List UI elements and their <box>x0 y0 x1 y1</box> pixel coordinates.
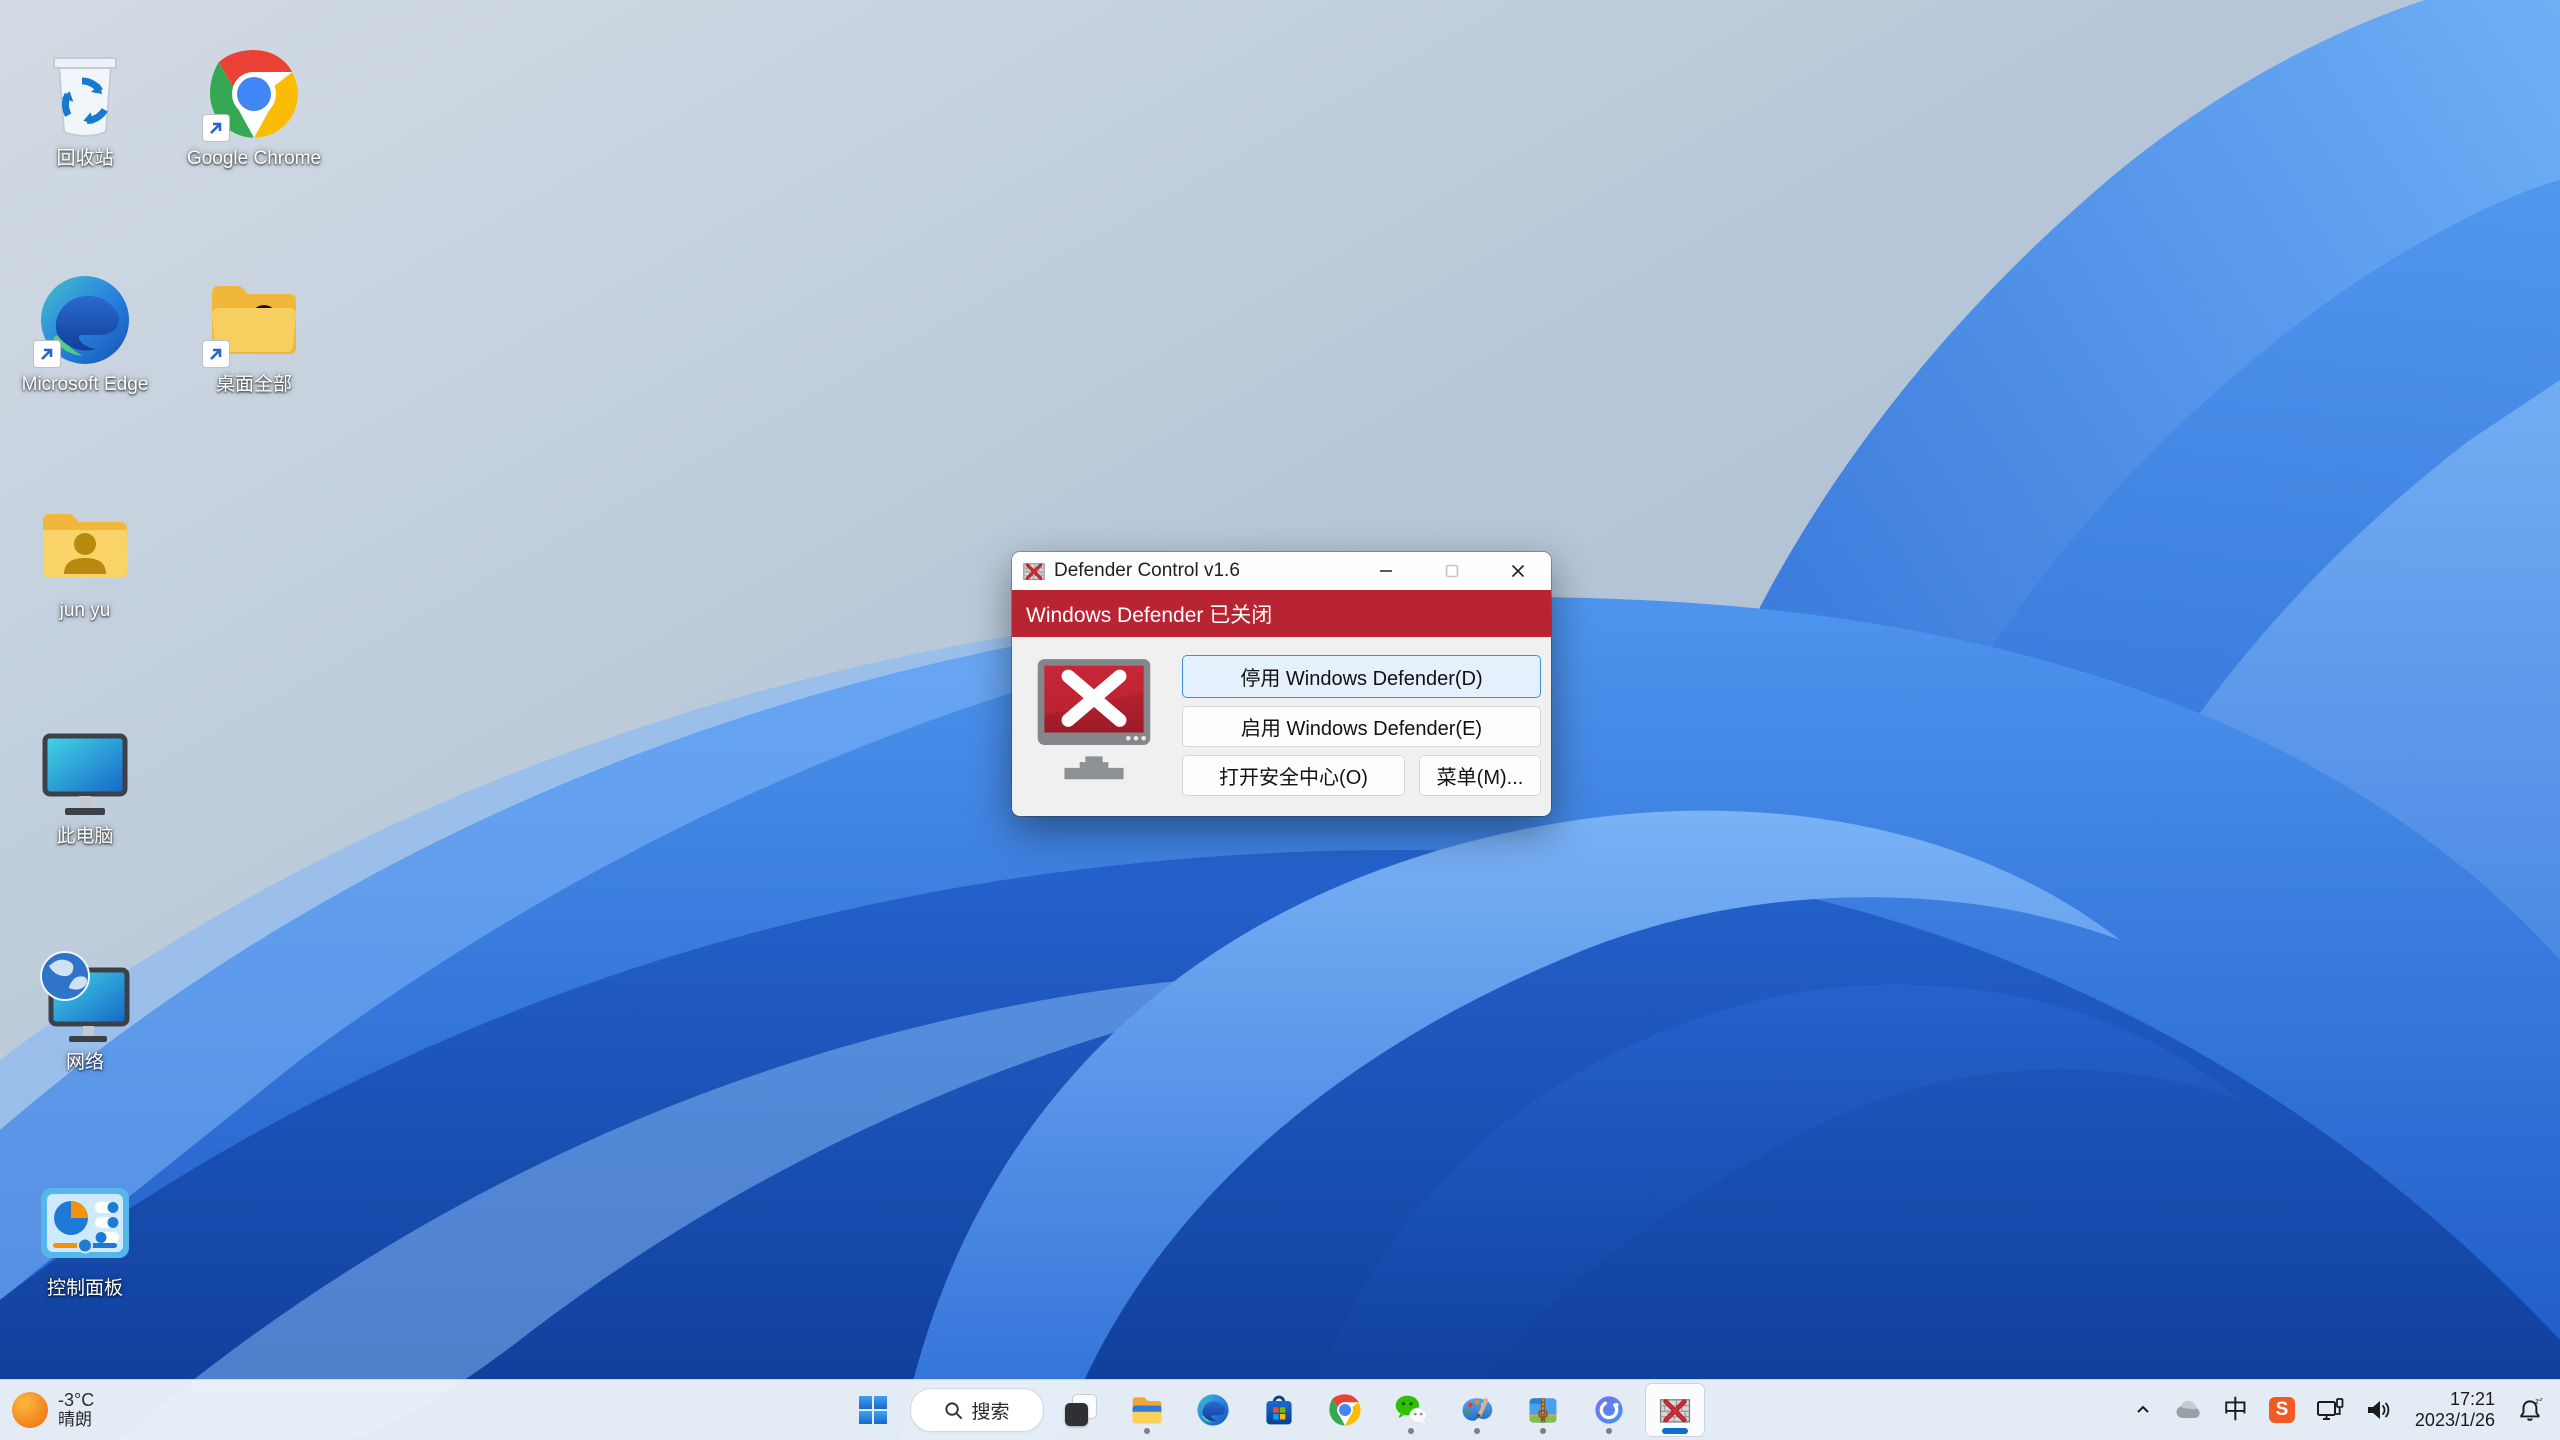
microsoft-edge-icon <box>1196 1393 1230 1427</box>
file-explorer-icon <box>1132 1397 1162 1424</box>
tray-sogou-input[interactable]: S <box>2266 1394 2298 1426</box>
close-button[interactable] <box>1485 552 1551 590</box>
recycle-bin-icon <box>35 44 135 144</box>
desktop-icon-network[interactable]: 网络 <box>15 948 155 1074</box>
window-title: Defender Control v1.6 <box>1054 560 1240 581</box>
desktop-icon-user-folder[interactable]: jun yu <box>15 496 155 622</box>
tray-notifications[interactable]: z z <box>2514 1393 2548 1427</box>
shortcut-arrow-icon <box>202 340 230 368</box>
zip-360-icon <box>1529 1398 1557 1423</box>
defender-control-window: Defender Control v1.6 Windows Defender 已… <box>1012 552 1551 816</box>
desktop-icon-label: 回收站 <box>56 148 114 169</box>
tray-volume[interactable] <box>2362 1395 2396 1425</box>
taskbar-item-google-chrome[interactable] <box>1316 1384 1374 1436</box>
taskbar-item-microsoft-store[interactable] <box>1250 1384 1308 1436</box>
tray-ime-indicator[interactable]: 中 <box>2220 1394 2251 1426</box>
defender-control-app-icon <box>1022 559 1046 583</box>
sunny-weather-icon <box>12 1392 48 1428</box>
taskbar-item-loop-app[interactable] <box>1580 1384 1638 1436</box>
notification-bell-dnd-icon: z z <box>2520 1396 2543 1421</box>
defender-control-icon <box>1658 1393 1692 1427</box>
svg-text:z: z <box>2539 1397 2543 1403</box>
start-button[interactable] <box>844 1384 902 1436</box>
window-titlebar[interactable]: Defender Control v1.6 <box>1012 552 1551 590</box>
window-body: 停用 Windows Defender(D) 启用 Windows Defend… <box>1012 637 1551 816</box>
microsoft-edge-icon <box>33 270 135 370</box>
taskbar-search-box[interactable]: 搜索 <box>910 1388 1044 1432</box>
desktop-icon-label: jun yu <box>59 600 111 621</box>
open-security-center-button[interactable]: 打开安全中心(O) <box>1182 755 1405 796</box>
shortcut-arrow-icon <box>33 340 61 368</box>
tray-time: 17:21 <box>2449 1389 2495 1409</box>
taskbar-item-file-explorer[interactable] <box>1118 1384 1176 1436</box>
tray-onedrive[interactable] <box>2171 1396 2205 1424</box>
microsoft-store-icon <box>1266 1395 1292 1425</box>
user-folder-icon <box>35 496 135 596</box>
desktop-icon-control-panel[interactable]: 控制面板 <box>15 1174 155 1300</box>
desktop-icon-microsoft-edge[interactable]: Microsoft Edge <box>15 270 155 396</box>
network-icon <box>35 948 135 1048</box>
desktop-icon-label: Microsoft Edge <box>21 374 149 395</box>
cloud-icon <box>2176 1401 2200 1418</box>
taskbar-item-360zip[interactable] <box>1514 1384 1572 1436</box>
menu-button[interactable]: 菜单(M)... <box>1419 755 1541 796</box>
search-placeholder: 搜索 <box>971 1401 1010 1423</box>
weather-temperature: -3°C <box>58 1390 95 1410</box>
speaker-icon <box>2367 1401 2390 1419</box>
sogou-s-icon: S <box>2268 1397 2295 1423</box>
status-banner: Windows Defender 已关闭 <box>1012 590 1551 637</box>
search-icon <box>945 1401 963 1419</box>
desktop-icon-google-chrome[interactable]: Google Chrome <box>184 44 324 170</box>
desktop-icon-label: Google Chrome <box>186 148 322 169</box>
paint-icon <box>1462 1397 1493 1421</box>
taskbar-item-microsoft-edge[interactable] <box>1184 1384 1242 1436</box>
desktop-icon-recycle-bin[interactable]: 回收站 <box>15 44 155 170</box>
tray-clock[interactable]: 17:21 2023/1/26 <box>2411 1387 2499 1433</box>
desktop-icon-label: 控制面板 <box>46 1278 123 1299</box>
taskbar: -3°C 晴朗 搜索 中 S 17:21 2023/1/26 z z <box>0 1379 2560 1440</box>
desktop-icon-this-pc[interactable]: 此电脑 <box>15 722 155 848</box>
desktop-icon-label: 网络 <box>65 1052 104 1073</box>
taskbar-item-task-view[interactable] <box>1052 1384 1110 1436</box>
folder-qq-icon <box>202 270 304 370</box>
tray-network[interactable] <box>2313 1394 2347 1426</box>
loop-circle-icon <box>1595 1396 1623 1424</box>
taskbar-item-defender-control[interactable] <box>1646 1384 1704 1436</box>
control-panel-icon <box>35 1174 135 1274</box>
enable-defender-button[interactable]: 启用 Windows Defender(E) <box>1182 706 1541 747</box>
desktop-icon-label: 桌面全部 <box>215 374 292 395</box>
tray-overflow-chevron[interactable] <box>2130 1397 2156 1423</box>
defender-off-monitor-icon <box>1037 659 1151 780</box>
maximize-button[interactable] <box>1419 552 1485 590</box>
weather-condition: 晴朗 <box>58 1410 92 1429</box>
ethernet-network-icon <box>2316 1398 2344 1420</box>
google-chrome-icon <box>202 44 304 144</box>
this-pc-icon <box>35 722 135 822</box>
windows-logo-icon <box>859 1396 887 1424</box>
chevron-up-icon <box>2137 1405 2149 1413</box>
shortcut-arrow-icon <box>202 114 230 142</box>
tray-date: 2023/1/26 <box>2414 1410 2495 1430</box>
taskbar-weather-widget[interactable]: -3°C 晴朗 <box>12 1380 94 1440</box>
minimize-button[interactable] <box>1353 552 1419 590</box>
taskbar-item-wechat[interactable] <box>1382 1384 1440 1436</box>
task-view-icon <box>1064 1393 1098 1427</box>
wechat-icon <box>1395 1395 1428 1425</box>
disable-defender-button[interactable]: 停用 Windows Defender(D) <box>1182 655 1541 698</box>
desktop-icon-desktop-all[interactable]: 桌面全部 <box>184 270 324 396</box>
desktop: 回收站 Google Chrome Microsoft Edge 桌面全部 ju… <box>0 0 2560 1440</box>
desktop-icon-label: 此电脑 <box>56 826 114 847</box>
google-chrome-icon <box>1328 1393 1362 1427</box>
taskbar-item-paint[interactable] <box>1448 1384 1506 1436</box>
